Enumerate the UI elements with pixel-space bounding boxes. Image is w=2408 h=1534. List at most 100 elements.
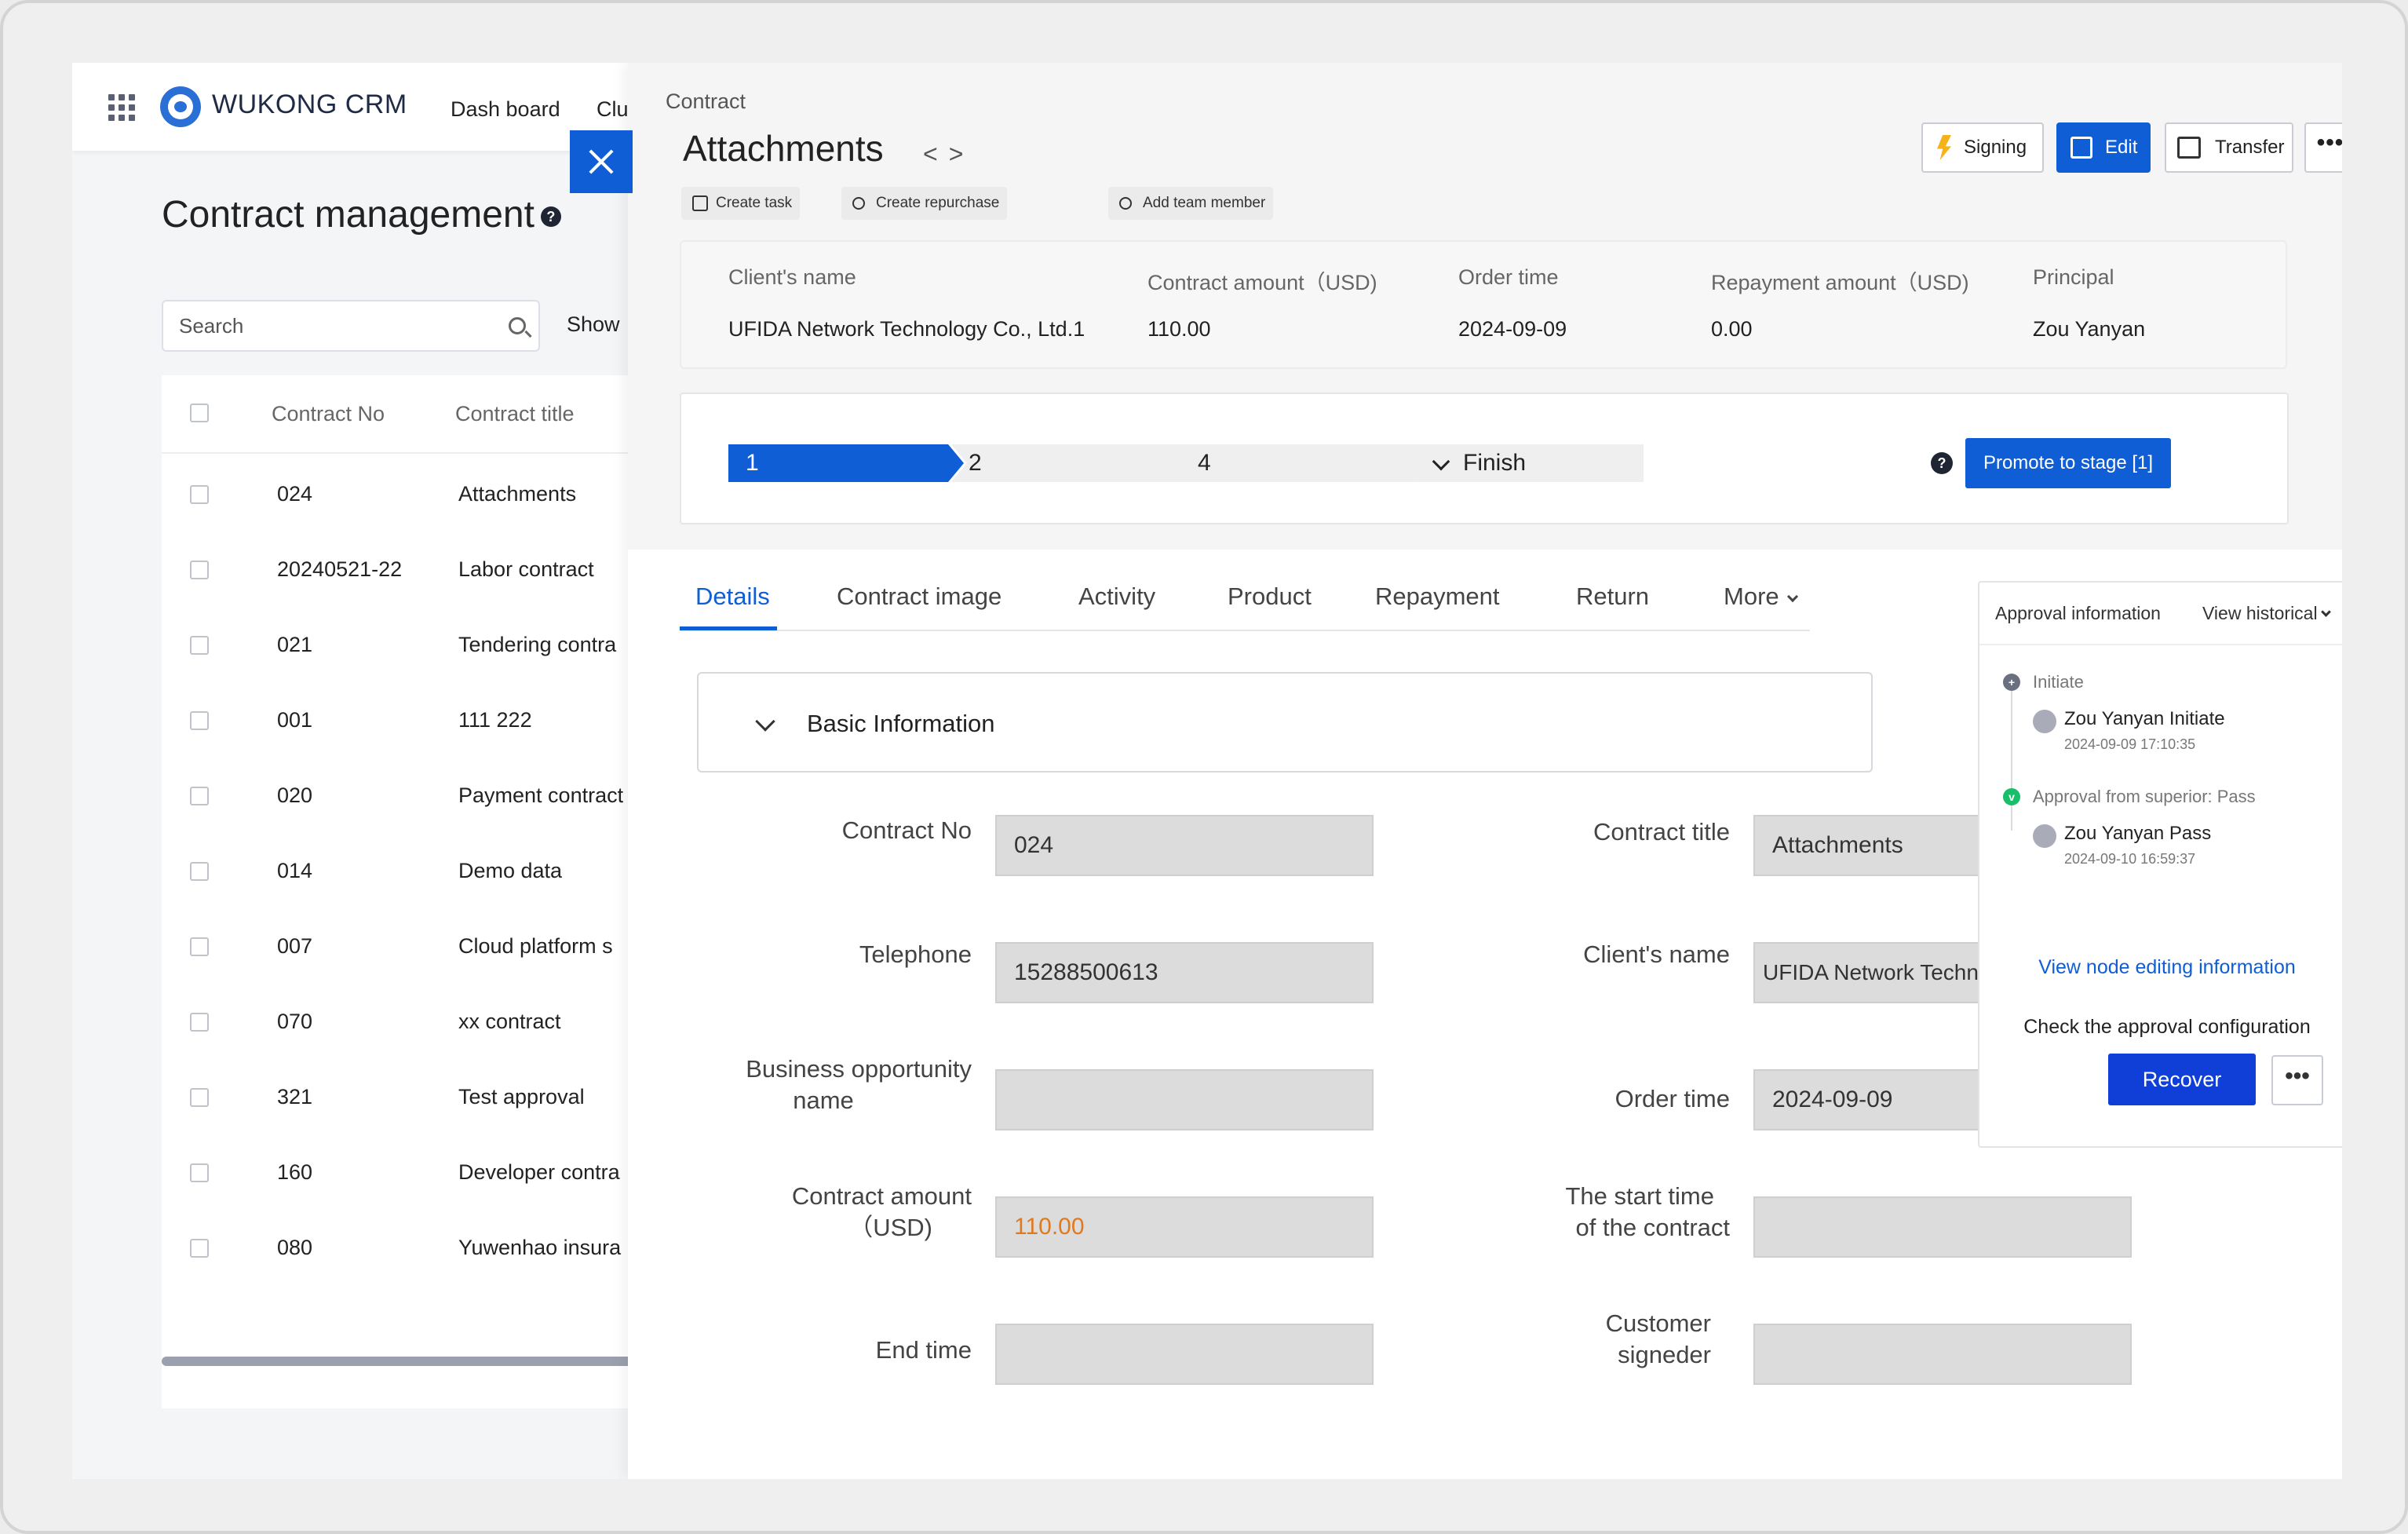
table-row[interactable]: 070 xx contract [162, 983, 695, 1058]
row-checkbox[interactable] [190, 937, 209, 956]
business-opportunity-field[interactable] [995, 1069, 1374, 1130]
nav-dashboard[interactable]: Dash board [451, 97, 560, 122]
cell-contract-no: 321 [277, 1085, 313, 1108]
stage-step-1[interactable]: 1 [728, 444, 964, 482]
cell-contract-title[interactable]: Tendering contra [458, 633, 616, 657]
table-row[interactable]: 080 Yuwenhao insura [162, 1209, 695, 1284]
basic-information-section[interactable]: Basic Information [697, 672, 1873, 772]
cell-contract-no: 080 [277, 1236, 313, 1259]
tab-product[interactable]: Product [1228, 583, 1312, 611]
row-checkbox[interactable] [190, 1239, 209, 1258]
close-drawer-button[interactable] [570, 130, 633, 193]
stage-progress: 1 2 4 Finish ? Promote to stage [1] [680, 393, 2289, 524]
cell-contract-title[interactable]: Payment contract [458, 783, 623, 808]
row-checkbox[interactable] [190, 1013, 209, 1032]
cell-contract-no: 020 [277, 783, 313, 807]
apps-grid-icon[interactable] [108, 94, 135, 121]
edit-button[interactable]: Edit [2056, 122, 2151, 173]
column-header-contract-no[interactable]: Contract No [272, 402, 385, 426]
chevron-down-icon [1432, 452, 1450, 471]
contract-amount-field[interactable]: 110.00 [995, 1196, 1374, 1258]
telephone-field[interactable]: 15288500613 [995, 942, 1374, 1003]
row-checkbox[interactable] [190, 1088, 209, 1107]
row-checkbox[interactable] [190, 485, 209, 504]
cell-contract-title[interactable]: Attachments [458, 482, 576, 506]
window-frame: WUKONG CRM Dash board Clu Contract manag… [0, 0, 2408, 1534]
tab-contract-image[interactable]: Contract image [837, 583, 1002, 611]
table-row[interactable]: 001 111 222 [162, 681, 695, 757]
horizontal-scrollbar[interactable] [162, 1357, 633, 1366]
row-checkbox[interactable] [190, 636, 209, 655]
cell-contract-title[interactable]: Labor contract [458, 557, 594, 582]
stage-step-2[interactable]: 2 [951, 444, 1198, 482]
view-historical-dropdown[interactable]: View historical [2202, 603, 2331, 624]
stage-step-finish[interactable]: Finish [1411, 444, 1644, 482]
search-input[interactable]: Search [162, 300, 540, 352]
cell-contract-title[interactable]: 111 222 [458, 708, 532, 732]
tab-repayment[interactable]: Repayment [1375, 583, 1500, 611]
view-node-editing-link[interactable]: View node editing information [1979, 956, 2342, 979]
avatar [2033, 824, 2056, 848]
timeline-step-name: Zou Yanyan Initiate [2064, 708, 2225, 729]
breadcrumb[interactable]: Contract [666, 89, 746, 114]
record-nav: <> [923, 140, 974, 169]
tab-return[interactable]: Return [1576, 583, 1649, 611]
row-checkbox[interactable] [190, 862, 209, 881]
timeline-step-time: 2024-09-09 17:10:35 [2064, 736, 2196, 752]
tab-more[interactable]: More [1724, 583, 1798, 611]
column-header-contract-title[interactable]: Contract title [455, 402, 575, 426]
next-record-icon[interactable]: > [949, 140, 975, 168]
cell-contract-title[interactable]: Cloud platform s [458, 934, 613, 959]
signing-button[interactable]: Signing [1921, 122, 2044, 173]
avatar [2033, 710, 2056, 733]
cell-contract-title[interactable]: xx contract [458, 1010, 561, 1034]
cell-contract-title[interactable]: Developer contra [458, 1160, 620, 1185]
table-row[interactable]: 160 Developer contra [162, 1134, 695, 1209]
end-time-field[interactable] [995, 1324, 1374, 1385]
approval-header: Approval information View historical [1979, 583, 2342, 645]
cell-contract-no: 021 [277, 633, 313, 656]
row-checkbox[interactable] [190, 711, 209, 730]
row-checkbox[interactable] [190, 561, 209, 579]
table-row[interactable]: 007 Cloud platform s [162, 908, 695, 983]
search-icon[interactable] [509, 317, 526, 334]
stage-step-4[interactable]: 4 [1180, 444, 1427, 482]
table-row[interactable]: 024 Attachments [162, 455, 695, 531]
table-row[interactable]: 020 Payment contract [162, 757, 695, 832]
table-row[interactable]: 014 Demo data [162, 832, 695, 908]
tab-activity[interactable]: Activity [1078, 583, 1155, 611]
row-checkbox[interactable] [190, 787, 209, 805]
transfer-button[interactable]: Transfer [2165, 122, 2293, 173]
show-filter[interactable]: Show [567, 312, 620, 337]
team-icon [1119, 197, 1132, 210]
more-actions-button[interactable]: ••• [2304, 122, 2342, 173]
create-repurchase-button[interactable]: Create repurchase [841, 187, 1008, 220]
help-icon[interactable]: ? [1931, 452, 1953, 474]
more-icon: ••• [2316, 130, 2342, 155]
promote-stage-button[interactable]: Promote to stage [1] [1965, 438, 2171, 488]
row-checkbox[interactable] [190, 1163, 209, 1182]
prev-record-icon[interactable]: < [923, 140, 949, 168]
active-tab-indicator [680, 626, 777, 630]
chevron-down-icon [2320, 607, 2331, 617]
table-row[interactable]: 021 Tendering contra [162, 606, 695, 681]
check-approval-config-link[interactable]: Check the approval configuration [1979, 1016, 2342, 1039]
cell-contract-title[interactable]: Yuwenhao insura [458, 1236, 621, 1260]
recover-button[interactable]: Recover [2108, 1054, 2256, 1105]
start-time-field[interactable] [1753, 1196, 2132, 1258]
nav-clue[interactable]: Clu [597, 97, 629, 122]
cell-contract-title[interactable]: Demo data [458, 859, 562, 883]
cell-contract-title[interactable]: Test approval [458, 1085, 585, 1109]
approval-more-button[interactable]: ••• [2271, 1055, 2323, 1105]
contract-no-field[interactable]: 024 [995, 815, 1374, 876]
summary-client-name[interactable]: UFIDA Network Technology Co., Ltd.1 [728, 317, 1085, 341]
help-icon[interactable]: ? [540, 206, 561, 228]
add-team-member-button[interactable]: Add team member [1108, 187, 1274, 220]
tab-details[interactable]: Details [695, 583, 770, 611]
select-all-checkbox[interactable] [190, 404, 209, 422]
field-label-customer-signeder: Customer signeder [1605, 1309, 1711, 1368]
customer-signeder-field[interactable] [1753, 1324, 2132, 1385]
table-row[interactable]: 20240521-22 Labor contract [162, 531, 695, 606]
table-row[interactable]: 321 Test approval [162, 1058, 695, 1134]
create-task-button[interactable]: Create task [681, 187, 801, 220]
